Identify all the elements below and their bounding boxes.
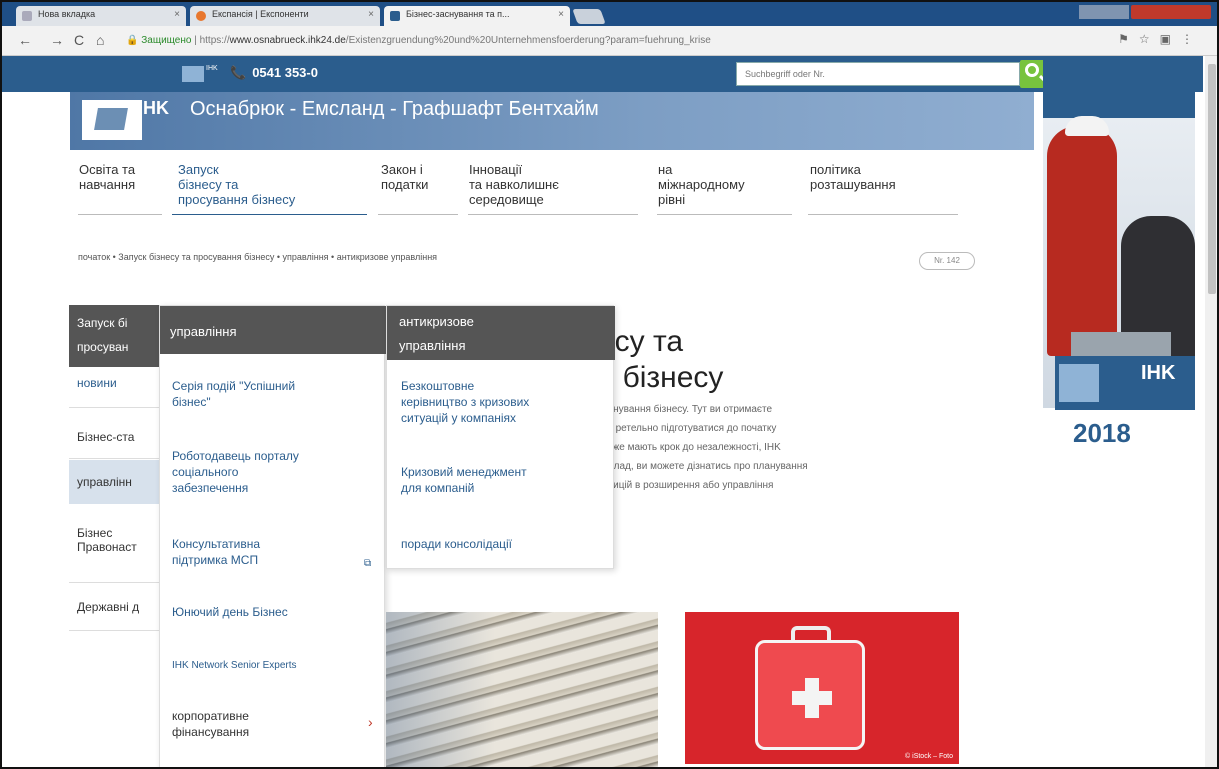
sidebar-item-business-start[interactable]: Бізнес-ста — [69, 430, 159, 444]
ad-ihk-bar: IHK — [1055, 356, 1195, 410]
hardhat-icon — [1065, 116, 1109, 136]
nav-item-law-tax[interactable]: Закон і податки — [381, 162, 428, 192]
tab-title: Нова вкладка — [38, 9, 96, 19]
address-bar: ← → C ⌂ 🔒 Защищено | https://www.osnabru… — [2, 26, 1217, 56]
intro-text: заснування бізнесу. Тут ви отримаєте оги… — [598, 404, 808, 491]
url-path: /Existenzgruendung%20und%20Unternehmensf… — [345, 35, 711, 46]
advertisement-banner[interactable]: IHK 2018 — [1043, 56, 1195, 456]
nav-item-location-policy[interactable]: політика розташування — [810, 162, 896, 192]
breadcrumb[interactable]: початок • Запуск бізнесу та просування б… — [78, 252, 437, 262]
sidebar-item-news[interactable]: новини — [69, 376, 159, 390]
nav-divider — [78, 214, 162, 215]
submenu-item-crisis-management[interactable]: Кризовий менеджмент для компаній — [401, 464, 527, 496]
lock-icon: 🔒 — [126, 35, 142, 46]
url-host: www.osnabrueck.ihk24.de — [229, 35, 346, 46]
sidebar-divider — [69, 630, 159, 631]
scrollbar[interactable] — [1205, 56, 1217, 767]
ad-year: 2018 — [1073, 418, 1131, 448]
sidebar-item-business-succession[interactable]: Бізнес Правонаст — [69, 526, 159, 554]
forward-icon[interactable]: → — [50, 32, 64, 48]
back-icon[interactable]: ← — [18, 32, 32, 48]
nav-divider — [808, 214, 958, 215]
ihk-favicon-icon — [390, 11, 400, 21]
submenu-item-youth-business-day[interactable]: Юнючий день Бізнес — [172, 604, 288, 620]
first-aid-kit-image[interactable]: © iStock – Foto — [685, 612, 959, 764]
phone-icon: 📞 — [230, 65, 247, 80]
submenu-item-event-series[interactable]: Серія подій "Успішний бізнес" — [172, 378, 295, 410]
site-banner: IHK Оснабрюк - Емсланд - Графшафт Бентха… — [70, 92, 1034, 150]
sidebar-item-state-support[interactable]: Державні д — [69, 600, 159, 614]
browser-window: Нова вкладка × Експансія | Експоненти × … — [0, 0, 1219, 769]
search-input[interactable]: Suchbegriff oder Nr. — [736, 62, 1020, 86]
sidebar-divider — [69, 458, 159, 459]
region-map-icon — [1059, 364, 1099, 402]
submenu-item-employer-portal[interactable]: Роботодавець порталу соціального забезпече… — [172, 448, 299, 496]
ihk-mini-logo-icon[interactable] — [182, 66, 204, 82]
submenu-item-corporate-finance[interactable]: корпоративне фінансування — [172, 708, 249, 740]
tab-bar: Нова вкладка × Експансія | Експоненти × … — [2, 2, 1217, 26]
url-field[interactable]: 🔒 Защищено | https://www.osnabrueck.ihk2… — [118, 30, 1188, 52]
tab-second[interactable]: Експансія | Експоненти × — [190, 6, 380, 26]
page-number-badge: Nr. 142 — [919, 252, 975, 270]
search-icon — [1025, 63, 1039, 77]
ihk-logo-icon[interactable] — [82, 100, 142, 140]
tab-title: Бізнес-заснування та п... — [406, 9, 510, 19]
window-controls[interactable] — [1079, 5, 1211, 19]
nav-item-innovation[interactable]: Інновації та навколишнє середовище — [469, 162, 559, 207]
medical-cross-icon — [792, 691, 832, 705]
home-icon[interactable]: ⌂ — [96, 32, 104, 48]
page-icon — [22, 11, 32, 21]
close-icon[interactable]: × — [174, 9, 180, 20]
new-tab-button[interactable] — [572, 9, 606, 24]
chevron-right-icon[interactable]: › — [368, 714, 373, 730]
reload-icon[interactable]: C — [74, 32, 84, 48]
external-link-icon: ⧉ — [364, 558, 372, 569]
sidebar-divider — [69, 582, 159, 583]
newspapers-image[interactable] — [386, 612, 658, 767]
sidebar-header[interactable]: Запуск бі просуван — [69, 305, 159, 367]
nav-item-education[interactable]: Освіта та навчання — [79, 162, 135, 192]
close-icon[interactable]: × — [558, 9, 564, 20]
site-top-bar: IHK 📞 0541 353-0 Suchbegriff oder Nr. — [2, 56, 1203, 92]
submenu-item-senior-experts[interactable]: IHK Network Senior Experts — [172, 658, 297, 674]
nav-active-underline — [172, 214, 367, 215]
url-prefix: https:// — [199, 35, 230, 46]
submenu-management: управління Серія подій "Успішний бізнес" … — [159, 305, 386, 767]
tab-new[interactable]: Нова вкладка × — [16, 6, 186, 26]
secure-label: Защищено — [141, 35, 192, 46]
submenu-item-free-crisis-guidance[interactable]: Безкоштовне керівництво з кризових ситуаці… — [401, 378, 529, 426]
browser-toolbar-icons[interactable]: ⚑☆▣⋮ — [1118, 32, 1203, 46]
mini-logo-label: IHK — [206, 65, 218, 72]
banner-title: Оснабрюк - Емсланд - Графшафт Бентхайм — [190, 98, 599, 120]
sidebar-item-management[interactable]: управлінн — [69, 460, 159, 504]
image-credit: © iStock – Foto — [905, 753, 953, 760]
submenu-header[interactable]: управління — [160, 306, 386, 354]
nav-divider — [468, 214, 638, 215]
submenu-item-consolidation-tips[interactable]: поради консолідації — [401, 536, 512, 552]
banner-ihk: IHK — [138, 98, 169, 118]
scrollbar-thumb[interactable] — [1208, 64, 1216, 294]
ad-header — [1043, 56, 1195, 118]
page-title: есу та я бізнесу — [598, 325, 724, 394]
submenu-item-sme-consulting[interactable]: Консультативна підтримка МСП — [172, 536, 260, 568]
ad-brand: IHK — [1141, 362, 1176, 384]
nav-divider — [657, 214, 792, 215]
favicon-icon — [196, 11, 206, 21]
nav-divider — [378, 214, 458, 215]
ad-person-1 — [1047, 126, 1117, 356]
sidebar-divider — [69, 407, 159, 408]
nav-item-international[interactable]: на міжнародному рівні — [658, 162, 745, 207]
tab-title: Експансія | Експоненти — [212, 9, 309, 19]
submenu-header[interactable]: антикризове управління — [387, 306, 615, 360]
close-icon[interactable]: × — [368, 9, 374, 20]
phone-number[interactable]: 📞 0541 353-0 — [230, 65, 318, 81]
tab-active[interactable]: Бізнес-заснування та п... × — [384, 6, 570, 26]
laptop-icon — [1071, 332, 1171, 358]
nav-item-business-start[interactable]: Запуск бізнесу та просування бізнесу — [178, 162, 295, 207]
submenu-crisis-management: антикризове управління Безкоштовне керівн… — [386, 305, 615, 569]
